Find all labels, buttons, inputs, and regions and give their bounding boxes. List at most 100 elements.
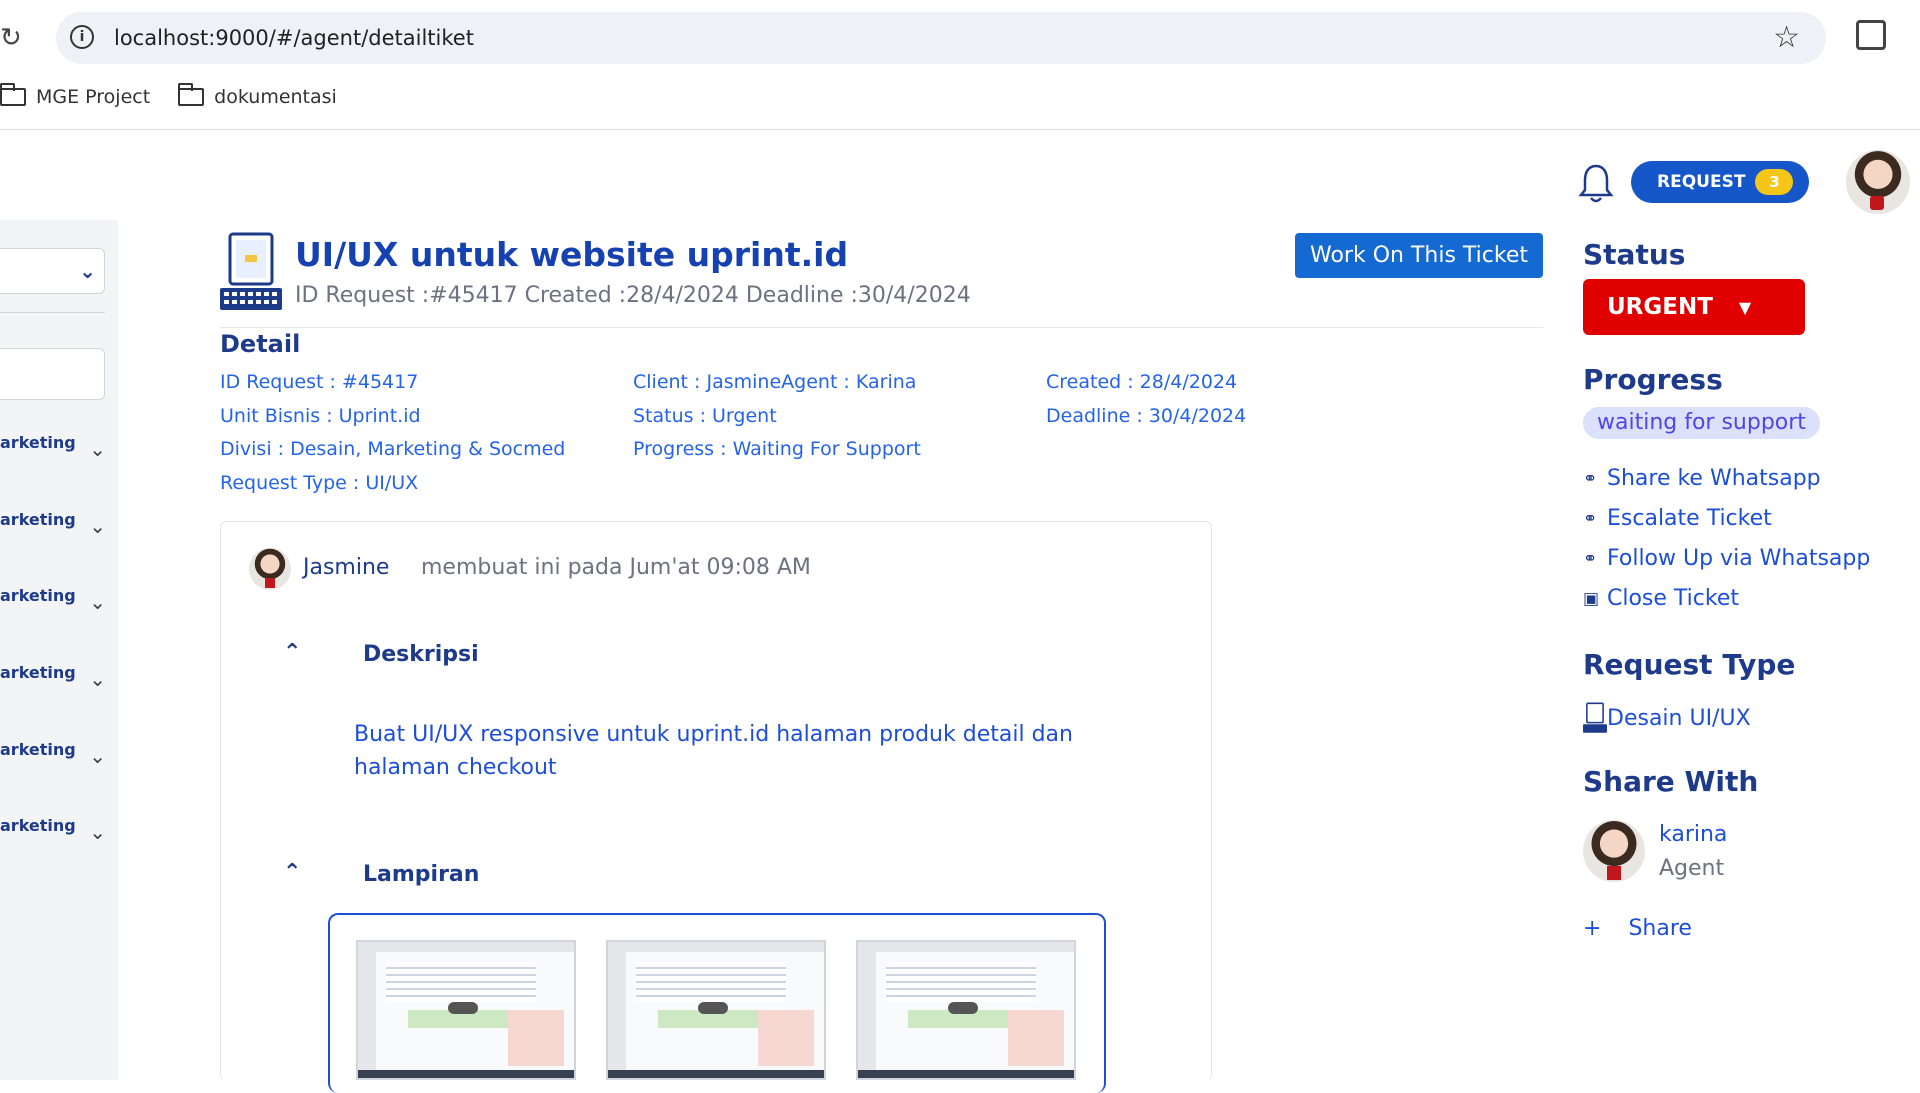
chevron-down-icon[interactable]: ⌄ xyxy=(89,514,106,538)
ticket-type-icon xyxy=(220,232,282,310)
request-type-item: Desain UI/UX xyxy=(1583,701,1751,735)
work-on-ticket-button[interactable]: Work On This Ticket xyxy=(1295,233,1543,278)
sidebar-item[interactable]: arketing ⌄ xyxy=(0,812,118,852)
chevron-down-icon[interactable]: ⌄ xyxy=(89,820,106,844)
request-type-heading: Request Type xyxy=(1583,648,1796,681)
chevron-down-icon[interactable]: ⌄ xyxy=(89,590,106,614)
detail-unit-bisnis: Unit Bisnis : Uprint.id xyxy=(220,404,421,427)
request-type-value: Desain UI/UX xyxy=(1607,705,1751,731)
sidebar-item[interactable]: arketing ⌄ xyxy=(0,506,118,546)
detail-column-1: ID Request : #45417 Unit Bisnis : Uprint… xyxy=(220,366,565,500)
sidebar-item-label: arketing xyxy=(0,740,76,759)
attachment-thumbnail[interactable] xyxy=(356,940,576,1080)
action-label: Share ke Whatsapp xyxy=(1607,466,1821,491)
ticket-subtitle: ID Request :#45417 Created :28/4/2024 De… xyxy=(295,283,971,308)
detail-client: Client : JasmineAgent : Karina xyxy=(633,371,917,393)
share-label: Share xyxy=(1628,916,1692,941)
detail-heading: Detail xyxy=(220,330,301,358)
progress-heading: Progress xyxy=(1583,363,1723,396)
status-value: URGENT xyxy=(1607,294,1713,320)
action-label: Escalate Ticket xyxy=(1607,506,1772,531)
chevron-up-icon[interactable]: ⌃ xyxy=(283,860,301,885)
sidebar-filter-select[interactable]: ⌄ xyxy=(0,248,105,294)
user-avatar[interactable] xyxy=(1846,150,1910,214)
status-heading: Status xyxy=(1583,238,1686,271)
bookmarks-bar: MGE Project dokumentasi xyxy=(0,82,365,112)
sidebar-search-input[interactable] xyxy=(0,348,105,400)
bookmark-star-icon[interactable]: ☆ xyxy=(1773,20,1800,55)
chevron-down-icon[interactable]: ⌄ xyxy=(89,744,106,768)
request-label: REQUEST xyxy=(1657,172,1746,192)
caret-down-icon: ▼ xyxy=(1738,297,1752,317)
description-heading[interactable]: Deskripsi xyxy=(363,642,479,667)
sidebar-item-label: arketing xyxy=(0,510,76,529)
bookmark-mge-project[interactable]: MGE Project xyxy=(0,83,151,108)
chevron-down-icon[interactable]: ⌄ xyxy=(89,667,106,691)
bookmark-dokumentasi[interactable]: dokumentasi xyxy=(178,83,337,108)
progress-badge: waiting for support xyxy=(1583,407,1820,439)
share-button[interactable]: + Share xyxy=(1583,916,1692,941)
description-text: Buat UI/UX responsive untuk uprint.id ha… xyxy=(354,722,1073,780)
sidebar-item[interactable]: arketing ⌄ xyxy=(0,659,118,699)
chevron-down-icon: ⌄ xyxy=(79,259,96,283)
plus-icon: + xyxy=(1583,916,1602,941)
escalate-ticket-link[interactable]: ⚭ Escalate Ticket xyxy=(1583,506,1772,531)
ticket-title: UI/UX untuk website uprint.id xyxy=(295,235,849,274)
share-whatsapp-link[interactable]: ⚭ Share ke Whatsapp xyxy=(1583,466,1821,491)
sidebar-item[interactable]: arketing ⌄ xyxy=(0,429,118,469)
close-ticket-icon: ▣ xyxy=(1583,588,1600,609)
address-bar[interactable]: i localhost:9000/#/agent/detailtiket ☆ xyxy=(56,12,1826,64)
share-icon: ⚭ xyxy=(1583,548,1598,569)
shared-user-avatar xyxy=(1583,820,1645,882)
bookmark-label: dokumentasi xyxy=(214,86,337,108)
share-with-heading: Share With xyxy=(1583,765,1759,798)
author-name[interactable]: Jasmine xyxy=(303,555,389,580)
attachments-container xyxy=(328,913,1106,1093)
request-type-icon xyxy=(1583,702,1607,733)
header-divider xyxy=(220,327,1543,328)
notification-bell-icon[interactable] xyxy=(1578,162,1614,204)
detail-request-type: Request Type : UI/UX xyxy=(220,471,419,494)
left-sidebar: ⌄ arketing ⌄ arketing ⌄ arketing ⌄ arket… xyxy=(0,220,118,1080)
sidebar-item-label: arketing xyxy=(0,663,76,682)
detail-id-request: ID Request : #45417 xyxy=(220,371,419,393)
share-icon: ⚭ xyxy=(1583,468,1598,489)
status-dropdown[interactable]: URGENT ▼ xyxy=(1583,279,1805,335)
sidebar-item-label: arketing xyxy=(0,433,76,452)
attachment-thumbnail[interactable] xyxy=(606,940,826,1080)
bookmark-label: MGE Project xyxy=(36,86,151,108)
reload-icon[interactable]: ↻ xyxy=(0,22,30,54)
sidebar-item[interactable]: arketing ⌄ xyxy=(0,736,118,776)
site-info-icon[interactable]: i xyxy=(70,25,94,49)
author-avatar xyxy=(249,548,291,590)
address-url[interactable]: localhost:9000/#/agent/detailtiket xyxy=(114,26,474,50)
browser-chrome: ↻ i localhost:9000/#/agent/detailtiket ☆… xyxy=(0,0,1920,130)
action-label: Follow Up via Whatsapp xyxy=(1607,546,1871,571)
action-label: Close Ticket xyxy=(1607,586,1740,611)
attachments-heading[interactable]: Lampiran xyxy=(363,862,479,887)
follow-up-whatsapp-link[interactable]: ⚭ Follow Up via Whatsapp xyxy=(1583,546,1870,571)
sidebar-item[interactable]: arketing ⌄ xyxy=(0,582,118,622)
request-button[interactable]: REQUEST 3 xyxy=(1631,161,1809,203)
sidebar-divider xyxy=(0,312,105,313)
attachment-thumbnail[interactable] xyxy=(856,940,1076,1080)
created-note: membuat ini pada Jum'at 09:08 AM xyxy=(421,555,811,580)
shared-user-role: Agent xyxy=(1659,856,1725,881)
folder-icon xyxy=(0,83,26,106)
ticket-card: Jasmine membuat ini pada Jum'at 09:08 AM… xyxy=(220,521,1212,1093)
detail-column-2: Client : JasmineAgent : Karina Status : … xyxy=(633,366,921,467)
detail-divisi: Divisi : Desain, Marketing & Socmed xyxy=(220,438,566,460)
shared-user-name: karina xyxy=(1659,822,1728,847)
chevron-down-icon[interactable]: ⌄ xyxy=(89,437,106,461)
sidebar-item-label: arketing xyxy=(0,816,76,835)
detail-progress: Progress : Waiting For Support xyxy=(633,438,921,460)
detail-deadline: Deadline : 30/4/2024 xyxy=(1046,404,1247,427)
detail-created: Created : 28/4/2024 xyxy=(1046,371,1238,393)
detail-column-3: Created : 28/4/2024 Deadline : 30/4/2024 xyxy=(1046,366,1246,433)
folder-icon xyxy=(178,83,205,106)
request-count-badge: 3 xyxy=(1755,169,1794,195)
close-ticket-link[interactable]: ▣ Close Ticket xyxy=(1583,586,1739,611)
chevron-up-icon[interactable]: ⌃ xyxy=(283,640,301,665)
extensions-icon[interactable] xyxy=(1856,20,1886,50)
sidebar-item-label: arketing xyxy=(0,586,76,605)
